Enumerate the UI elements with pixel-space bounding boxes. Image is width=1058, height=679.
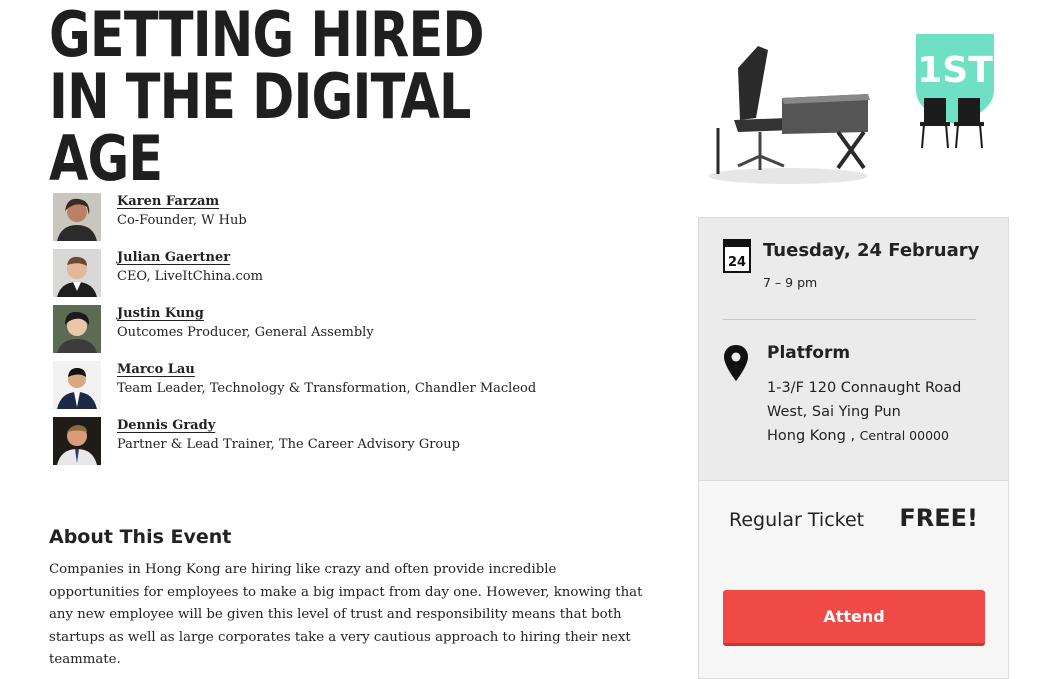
speaker-role: Partner & Lead Trainer, The Career Advis… [117,437,460,452]
event-date: Tuesday, 24 February [763,240,980,261]
speaker-avatar[interactable] [53,361,101,409]
venue-address: 1-3/F 120 Connaught Road West, Sai Ying … [767,376,961,448]
about-body: Companies in Hong Kong are hiring like c… [49,562,643,667]
speaker-item: Justin Kung Outcomes Producer, General A… [53,305,653,361]
speaker-item: Marco Lau Team Leader, Technology & Tran… [53,361,653,417]
address-city: Hong Kong [767,428,846,444]
location-pin-icon [723,344,749,386]
address-line-1: 1-3/F 120 Connaught Road [767,380,962,396]
speaker-avatar[interactable] [53,193,101,241]
speaker-name-link[interactable]: Dennis Grady [117,418,215,433]
event-details-panel: 24 Tuesday, 24 February 7 – 9 pm Platfor… [698,217,1009,679]
speaker-item: Julian Gaertner CEO, LiveItChina.com [53,249,653,305]
ticket-type: Regular Ticket [729,509,865,531]
event-hero-image: 1ST [698,28,1008,188]
speaker-avatar[interactable] [53,249,101,297]
speaker-name-link[interactable]: Marco Lau [117,362,195,377]
speaker-avatar[interactable] [53,417,101,465]
address-line-3: Hong Kong , Central 00000 [767,428,949,444]
speaker-role: Outcomes Producer, General Assembly [117,325,374,340]
calendar-day: 24 [728,255,746,270]
event-title: Getting Hired in the Digital Age [49,0,485,195]
speaker-name-link[interactable]: Karen Farzam [117,194,219,209]
speaker-item: Dennis Grady Partner & Lead Trainer, The… [53,417,653,473]
ticket-price: FREE! [899,504,978,532]
speaker-list: Karen Farzam Co-Founder, W Hub Julian Ga… [53,193,653,473]
speaker-avatar[interactable] [53,305,101,353]
office-chair-desk-illustration [708,46,870,184]
address-line-2: West, Sai Ying Pun [767,404,901,420]
badge-text: 1ST [917,50,993,91]
about-heading: About This Event [49,526,232,548]
first-badge-illustration: 1ST [916,34,994,149]
event-details-top: 24 Tuesday, 24 February 7 – 9 pm Platfor… [699,218,1008,481]
venue-name: Platform [767,343,851,363]
speaker-name-link[interactable]: Justin Kung [117,306,204,321]
address-region: Central 00000 [859,428,949,443]
calendar-icon: 24 [723,239,751,277]
attend-button[interactable]: Attend [723,590,985,646]
event-time: 7 – 9 pm [763,275,818,290]
speaker-name-link[interactable]: Julian Gaertner [117,250,230,265]
speaker-role: Team Leader, Technology & Transformation… [117,381,537,396]
speaker-item: Karen Farzam Co-Founder, W Hub [53,193,653,249]
speaker-role: CEO, LiveItChina.com [117,269,263,284]
details-divider [723,319,976,320]
speaker-role: Co-Founder, W Hub [117,213,247,228]
